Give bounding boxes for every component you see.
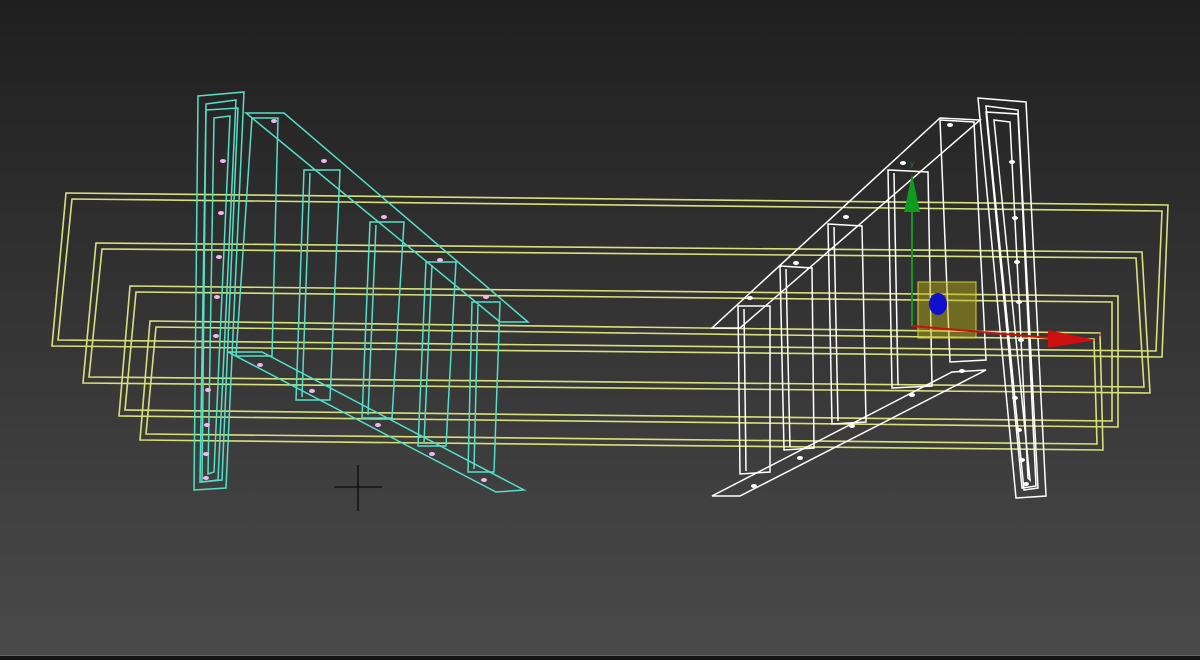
vertex-marker [429,452,435,456]
gizmo-y-arrow-icon [904,174,920,212]
vertex-marker [909,393,915,397]
vertex-marker [1016,428,1022,432]
vertex-marker [959,369,965,373]
vertex-marker [220,159,226,163]
vertex-marker [271,119,277,123]
vertex-marker [1009,160,1015,164]
vertex-marker [309,389,315,393]
vertex-marker [843,215,849,219]
vertex-marker [849,424,855,428]
vertex-marker [203,452,209,456]
gizmo-y-label: y [910,160,914,168]
vertex-marker [437,258,443,262]
vertex-marker [381,215,387,219]
vertex-marker [1023,482,1029,486]
vertex-marker [481,478,487,482]
gizmo-x-label: x [1098,331,1102,339]
vertex-marker [797,456,803,460]
vertex-marker [204,423,210,427]
vertex-marker [213,334,219,338]
frame-diagonal-beam [243,112,531,323]
yellow-shelf-boards[interactable] [51,192,1169,451]
vertex-marker [483,295,489,299]
gizmo-z-handle-icon [929,293,947,315]
frame-rung-edge [893,172,899,386]
vertex-marker [751,484,757,488]
crosshair-cursor-icon [334,465,382,511]
vertex-marker [203,476,209,480]
frame-diagonal-beam [235,117,279,357]
vertex-marker [321,159,327,163]
vertex-marker [1012,396,1018,400]
move-gizmo-icon[interactable]: yx [904,160,1102,348]
vertex-marker [218,211,224,215]
shelf-board-inner-outline [88,248,1145,388]
wireframe-scene[interactable]: yx [0,0,1200,660]
shelf-board-outline [82,242,1151,394]
vertex-marker [216,255,222,259]
cyan-side-frame[interactable] [193,91,531,493]
vertex-marker [793,261,799,265]
frame-rung [827,223,867,425]
vertex-marker [1016,300,1022,304]
vertex-marker [900,161,906,165]
vertex-marker [205,388,211,392]
vertex-marker [747,296,753,300]
vertex-marker [1019,458,1025,462]
vertex-marker [257,363,263,367]
vertex-marker [375,423,381,427]
vertex-marker [214,295,220,299]
frame-rung-edge [785,268,791,448]
3d-viewport[interactable]: yx [0,0,1200,660]
vertex-marker [1018,338,1024,342]
vertex-marker [1014,260,1020,264]
vertex-marker [1012,216,1018,220]
vertex-marker [947,123,953,127]
viewport-bottom-border [0,655,1200,660]
